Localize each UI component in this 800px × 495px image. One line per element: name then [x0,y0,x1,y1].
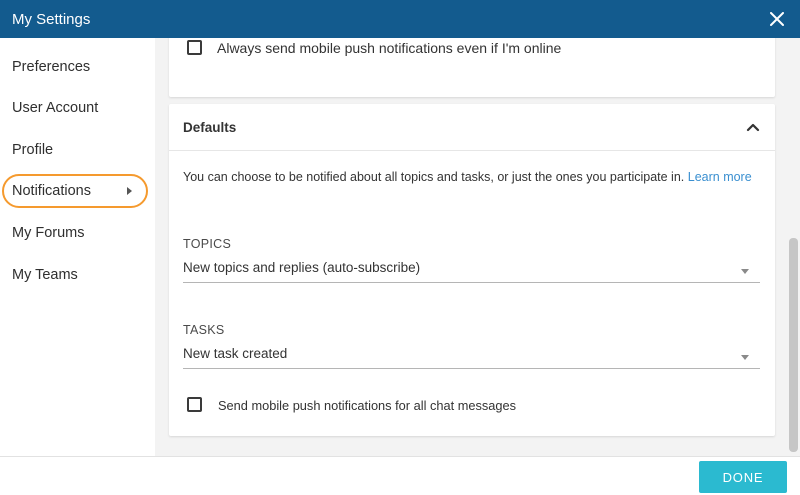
sidebar-item-user-account[interactable]: User Account [12,96,98,120]
always-push-label: Always send mobile push notifications ev… [217,40,562,56]
sidebar-item-label: My Teams [12,267,78,283]
sidebar-item-label: Preferences [12,59,91,75]
title-bar: My Settings [0,0,800,38]
settings-sidebar: Preferences User Account Profile Notific… [0,38,155,456]
sidebar-item-notifications[interactable]: Notifications [2,174,148,208]
always-push-checkbox[interactable] [187,40,202,55]
defaults-description: You can choose to be notified about all … [183,170,752,184]
mobile-notifications-card: Always send mobile push notifications ev… [169,38,775,97]
sidebar-item-my-forums[interactable]: My Forums [12,221,85,245]
sidebar-item-profile[interactable]: Profile [12,138,53,162]
caret-right-icon [127,187,132,195]
dropdown-arrow-icon [741,269,749,274]
content-scrollbar[interactable] [789,238,798,452]
sidebar-item-label: My Forums [12,225,85,241]
defaults-header[interactable]: Defaults [169,104,775,151]
defaults-card: Defaults You can choose to be notified a… [169,104,775,436]
done-button[interactable]: DONE [699,461,787,493]
sidebar-item-label: Notifications [12,183,91,199]
topics-select[interactable]: New topics and replies (auto-subscribe) [183,257,760,283]
settings-content[interactable]: Always send mobile push notifications ev… [155,38,800,456]
chat-push-checkbox[interactable] [187,397,202,412]
chevron-up-icon[interactable] [745,120,761,134]
sidebar-item-my-teams[interactable]: My Teams [12,263,78,287]
chat-push-label: Send mobile push notifications for all c… [218,398,517,413]
defaults-title: Defaults [183,120,237,135]
sidebar-item-label: User Account [12,100,99,116]
tasks-label: TASKS [183,323,225,337]
window-title: My Settings [12,10,91,28]
topics-label: TOPICS [183,237,232,251]
sidebar-item-label: Profile [12,142,54,158]
tasks-selected-value: New task created [183,346,288,361]
tasks-select[interactable]: New task created [183,343,760,369]
close-icon[interactable] [766,8,788,30]
sidebar-item-preferences[interactable]: Preferences [12,55,90,79]
topics-selected-value: New topics and replies (auto-subscribe) [183,260,421,275]
dropdown-arrow-icon [741,355,749,360]
dialog-footer: DONE [0,456,800,495]
learn-more-link[interactable]: Learn more [688,170,752,184]
